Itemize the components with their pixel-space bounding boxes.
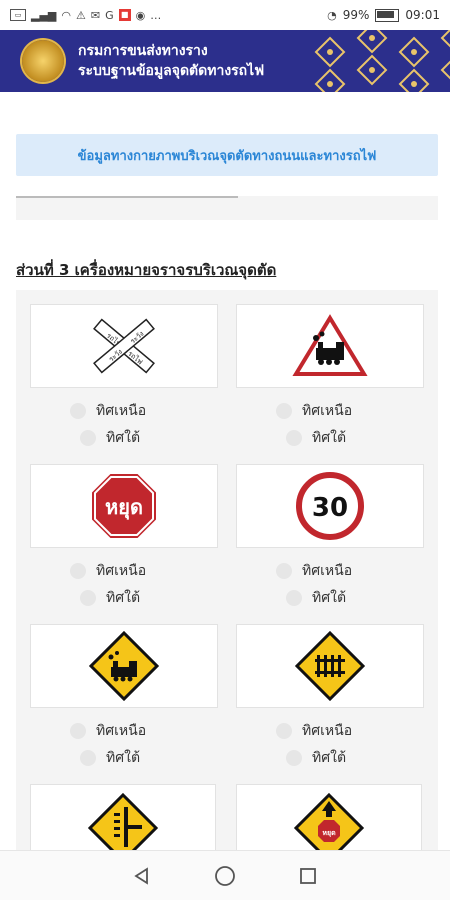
train-warning-triangle-sign [292, 314, 368, 376]
home-button[interactable] [211, 862, 239, 890]
south-checkbox-2[interactable] [286, 430, 302, 446]
north-label-3: ทิศเหนือ [96, 563, 147, 579]
south-label-1: ทิศใต้ [106, 430, 141, 446]
north-option-4[interactable]: ทิศเหนือ [276, 560, 352, 582]
north-label-4: ทิศเหนือ [302, 563, 353, 579]
sign-card-stop: หยุด [30, 464, 218, 548]
mail-icon: ✉ [90, 8, 101, 22]
south-checkbox-4[interactable] [286, 590, 302, 606]
south-option-3[interactable]: ทิศใต้ [80, 587, 140, 609]
north-label-5: ทิศเหนือ [96, 723, 147, 739]
south-option-5[interactable]: ทิศใต้ [80, 747, 140, 769]
north-label-2: ทิศเหนือ [302, 403, 353, 419]
stop-sign-text: หยุด [105, 495, 143, 520]
volte-icon: ▭ [10, 9, 26, 21]
sign-card-rail-crossing-diamond [236, 624, 424, 708]
north-checkbox-3[interactable] [70, 563, 86, 579]
home-circle-icon [215, 865, 235, 886]
sign-card-stop-ahead: หยุด [236, 784, 422, 851]
progress-area [16, 196, 438, 220]
battery-icon [375, 8, 400, 22]
app-header: กรมการขนส่งทางราง ระบบฐานข้อมูลจุดตัดทาง… [0, 30, 450, 92]
header-titles: กรมการขนส่งทางราง ระบบฐานข้อมูลจุดตัดทาง… [78, 41, 264, 81]
status-right: ◔ 99% 09:01 [327, 8, 440, 22]
google-icon: G [105, 8, 114, 22]
south-option-2[interactable]: ทิศใต้ [286, 427, 346, 449]
train-warning-diamond-sign [89, 631, 159, 701]
north-checkbox-2[interactable] [276, 403, 292, 419]
battery-percent: 99% [342, 8, 370, 22]
recents-button[interactable] [294, 862, 322, 890]
crossbuck-sign: รถไฟ รถไฟ ระวัง ระวัง [93, 318, 155, 374]
speedometer-icon: ◔ [327, 8, 337, 22]
info-banner-text: ข้อมูลทางกายภาพบริเวณจุดตัดทางถนนและทางร… [77, 148, 377, 164]
south-checkbox-6[interactable] [286, 750, 302, 766]
warning-icon: ⚠ [76, 8, 86, 22]
north-label-1: ทิศเหนือ [96, 403, 147, 419]
north-checkbox-4[interactable] [276, 563, 292, 579]
side-track-diamond-sign [88, 793, 158, 851]
status-left-icons: ▭ ▂▄▆ ◠ ⚠ ✉ G ■ ◉ … [10, 9, 161, 22]
north-label-6: ทิศเหนือ [302, 723, 353, 739]
north-option-6[interactable]: ทิศเหนือ [276, 720, 352, 742]
sign-card-speed-limit: 30 [236, 464, 424, 548]
south-option-6[interactable]: ทิศใต้ [286, 747, 346, 769]
south-checkbox-1[interactable] [80, 430, 96, 446]
north-checkbox-1[interactable] [70, 403, 86, 419]
north-option-2[interactable]: ทิศเหนือ [276, 400, 352, 422]
thai-pattern-decoration [314, 30, 450, 92]
south-label-3: ทิศใต้ [106, 590, 141, 606]
north-option-1[interactable]: ทิศเหนือ [70, 400, 146, 422]
info-banner: ข้อมูลทางกายภาพบริเวณจุดตัดทางถนนและทางร… [16, 134, 438, 176]
system-nav-bar [0, 850, 450, 900]
south-checkbox-5[interactable] [80, 750, 96, 766]
signal-icon: ▂▄▆ [31, 8, 57, 22]
rail-crossing-diamond-sign [295, 631, 365, 701]
south-label-6: ทิศใต้ [312, 750, 347, 766]
stop-ahead-diamond-sign: หยุด [294, 793, 364, 851]
speed-limit-sign: 30 [296, 472, 364, 540]
department-seal-logo [22, 40, 64, 82]
north-option-5[interactable]: ทิศเหนือ [70, 720, 146, 742]
header-title-line1: กรมการขนส่งทางราง [78, 43, 208, 59]
app-notification-icon: ■ [118, 9, 131, 21]
back-button[interactable] [128, 862, 156, 890]
progress-line [16, 196, 238, 198]
north-option-3[interactable]: ทิศเหนือ [70, 560, 146, 582]
section-title: ส่วนที่ 3 เครื่องหมายจราจรบริเวณจุดตัด [16, 261, 277, 279]
north-checkbox-6[interactable] [276, 723, 292, 739]
status-bar: ▭ ▂▄▆ ◠ ⚠ ✉ G ■ ◉ … ◔ 99% 09:01 [0, 0, 450, 30]
clock: 09:01 [405, 8, 440, 22]
wifi-icon: ◠ [61, 8, 71, 22]
south-label-4: ทิศใต้ [312, 590, 347, 606]
speed-limit-text: 30 [312, 493, 348, 523]
chat-icon: ◉ [135, 8, 146, 22]
south-checkbox-3[interactable] [80, 590, 96, 606]
sign-card-train-diamond [30, 624, 218, 708]
stop-ahead-text: หยุด [322, 829, 336, 837]
recents-square-icon [300, 867, 317, 884]
south-option-4[interactable]: ทิศใต้ [286, 587, 346, 609]
sign-card-side-track [30, 784, 216, 851]
stop-sign: หยุด [90, 472, 158, 540]
more-icon: … [150, 8, 162, 22]
header-title-line2: ระบบฐานข้อมูลจุดตัดทางรถไฟ [78, 63, 265, 79]
back-triangle-icon [133, 866, 148, 885]
south-option-1[interactable]: ทิศใต้ [80, 427, 140, 449]
sign-card-crossbuck: รถไฟ รถไฟ ระวัง ระวัง [30, 304, 218, 388]
north-checkbox-5[interactable] [70, 723, 86, 739]
south-label-2: ทิศใต้ [312, 430, 347, 446]
sign-card-train-triangle [236, 304, 424, 388]
south-label-5: ทิศใต้ [106, 750, 141, 766]
